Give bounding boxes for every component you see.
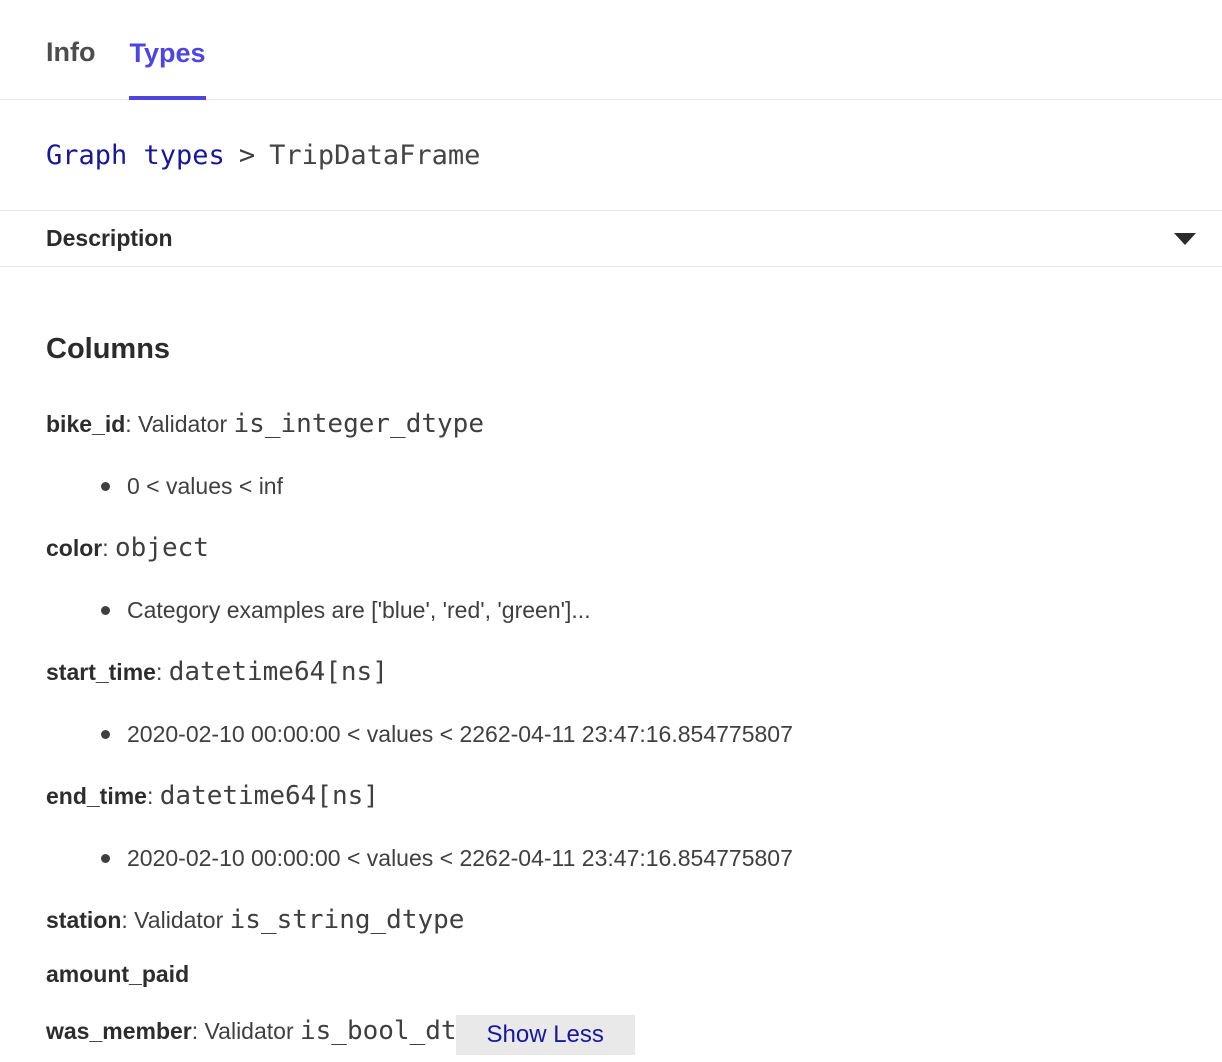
column-name: color: [46, 535, 102, 561]
column-type-code: is_string_dtype: [230, 905, 465, 935]
column-name: was_member: [46, 1018, 192, 1044]
tab-info[interactable]: Info: [46, 0, 95, 99]
tab-types-label: Types: [129, 38, 205, 69]
column-separator: :: [156, 659, 169, 685]
show-less-button[interactable]: Show Less: [456, 1015, 635, 1055]
column-name: amount_paid: [46, 961, 189, 987]
column-separator: :: [121, 907, 134, 933]
column-entry-end-time: end_time: datetime64[ns]: [46, 781, 1176, 811]
breadcrumb-current: TripDataFrame: [269, 140, 480, 171]
breadcrumb: Graph types > TripDataFrame: [0, 100, 1222, 210]
constraint-item: 2020-02-10 00:00:00 < values < 2262-04-1…: [46, 719, 1176, 749]
column-separator: :: [125, 411, 138, 437]
column-validator-prefix: Validator: [205, 1018, 300, 1044]
column-entry-station: station: Validator is_string_dtype: [46, 905, 1176, 935]
column-constraints-list: Category examples are ['blue', 'red', 'g…: [46, 595, 1176, 625]
tabs-bar: Info Types: [0, 0, 1222, 100]
chevron-down-icon[interactable]: [1174, 233, 1196, 245]
column-name: bike_id: [46, 411, 125, 437]
column-name: end_time: [46, 783, 147, 809]
column-name: start_time: [46, 659, 156, 685]
column-constraints-list: 2020-02-10 00:00:00 < values < 2262-04-1…: [46, 843, 1176, 873]
tab-info-label: Info: [46, 37, 95, 68]
column-separator: :: [147, 783, 160, 809]
column-type-code: datetime64[ns]: [169, 657, 388, 687]
column-separator: :: [192, 1018, 205, 1044]
column-separator: :: [102, 535, 115, 561]
column-validator-prefix: Validator: [138, 411, 233, 437]
column-name: station: [46, 907, 121, 933]
breadcrumb-separator: >: [239, 140, 255, 171]
description-toggle[interactable]: Description: [0, 210, 1222, 267]
columns-content: Columns bike_id: Validator is_integer_dt…: [0, 331, 1222, 1053]
column-entry-amount-paid: amount_paid: [46, 959, 1176, 989]
column-type-code: datetime64[ns]: [160, 781, 379, 811]
column-entry-was-member: was_member: Validator is_bool_dtypeShow …: [46, 1013, 1176, 1053]
constraint-item: Category examples are ['blue', 'red', 'g…: [46, 595, 1176, 625]
breadcrumb-link-graph-types[interactable]: Graph types: [46, 140, 225, 171]
description-label: Description: [46, 225, 173, 252]
column-constraints-list: 2020-02-10 00:00:00 < values < 2262-04-1…: [46, 719, 1176, 749]
tab-types[interactable]: Types: [129, 0, 205, 100]
column-entry-color: color: object: [46, 533, 1176, 563]
column-constraints-list: 0 < values < inf: [46, 471, 1176, 501]
constraint-item: 2020-02-10 00:00:00 < values < 2262-04-1…: [46, 843, 1176, 873]
page: Info Types Graph types > TripDataFrame D…: [0, 0, 1222, 1062]
constraint-item: 0 < values < inf: [46, 471, 1176, 501]
column-validator-prefix: Validator: [134, 907, 229, 933]
column-type-code: is_integer_dtype: [234, 409, 484, 439]
column-type-code: object: [115, 533, 209, 563]
columns-heading: Columns: [46, 331, 1176, 367]
column-entry-start-time: start_time: datetime64[ns]: [46, 657, 1176, 687]
column-entry-bike-id: bike_id: Validator is_integer_dtype: [46, 409, 1176, 439]
